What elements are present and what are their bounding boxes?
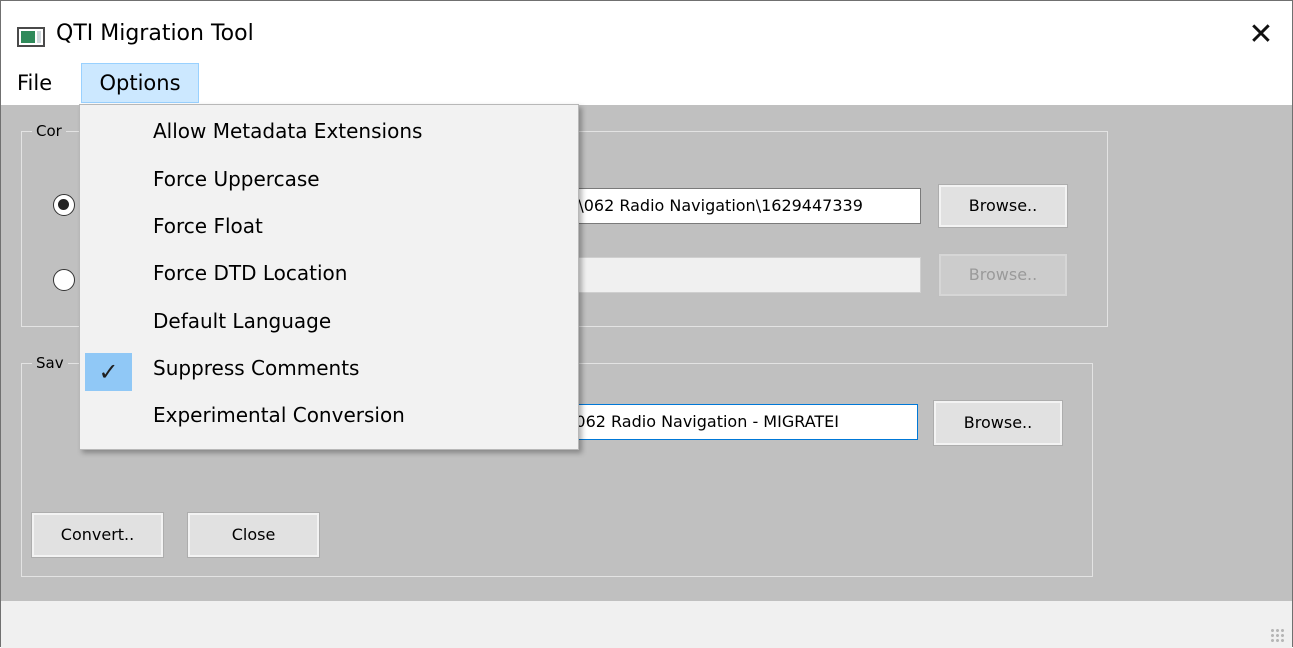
menu-item-label: Allow Metadata Extensions — [153, 119, 423, 143]
convert-button[interactable]: Convert.. — [31, 512, 164, 558]
close-button[interactable]: Close — [187, 512, 320, 558]
source-path-input[interactable]: s\062 Radio Navigation\1629447339 — [561, 188, 921, 224]
options-dropdown-menu: Allow Metadata Extensions Force Uppercas… — [79, 104, 579, 450]
save-group-label: Sav — [32, 354, 68, 372]
checkmark-icon: ✓ — [85, 353, 132, 391]
menu-item-experimental-conversion[interactable]: Experimental Conversion — [80, 395, 578, 441]
menu-file[interactable]: File — [11, 66, 58, 100]
browse-save-button[interactable]: Browse.. — [933, 400, 1063, 446]
close-icon[interactable]: ✕ — [1241, 15, 1281, 55]
menu-bar: File Options — [1, 63, 1292, 103]
convert-group-label: Cor — [32, 122, 66, 140]
menu-item-label: Force Uppercase — [153, 167, 320, 191]
menu-item-label: Default Language — [153, 309, 332, 333]
status-bar — [1, 601, 1292, 648]
source-radio-folder[interactable] — [53, 269, 75, 291]
menu-options[interactable]: Options — [81, 63, 199, 103]
title-bar[interactable]: QTI Migration Tool ✕ — [1, 1, 1292, 61]
menu-item-label: Force DTD Location — [153, 261, 348, 285]
menu-item-force-float[interactable]: Force Float — [80, 206, 578, 252]
source-folder-input[interactable] — [561, 257, 921, 293]
menu-item-force-dtd-location[interactable]: Force DTD Location — [80, 253, 578, 299]
menu-item-label: Experimental Conversion — [153, 403, 405, 427]
menu-item-allow-metadata-extensions[interactable]: Allow Metadata Extensions — [80, 111, 578, 157]
menu-item-label: Force Float — [153, 214, 263, 238]
source-radio-file[interactable] — [53, 194, 75, 216]
browse-folder-button[interactable]: Browse.. — [938, 253, 1068, 297]
window-title: QTI Migration Tool — [56, 21, 254, 46]
app-window: QTI Migration Tool ✕ File Options Cor s\… — [0, 0, 1293, 648]
menu-item-label: Suppress Comments — [153, 356, 360, 380]
browse-source-button[interactable]: Browse.. — [938, 184, 1068, 228]
menu-item-force-uppercase[interactable]: Force Uppercase — [80, 159, 578, 205]
app-icon — [17, 27, 45, 47]
menu-item-default-language[interactable]: Default Language — [80, 301, 578, 347]
resize-grip-icon[interactable] — [1270, 628, 1284, 642]
radio-selected-dot — [58, 199, 69, 210]
save-path-input[interactable]: \062 Radio Navigation - MIGRATEI — [561, 404, 918, 440]
menu-item-suppress-comments[interactable]: ✓ Suppress Comments — [80, 348, 578, 394]
